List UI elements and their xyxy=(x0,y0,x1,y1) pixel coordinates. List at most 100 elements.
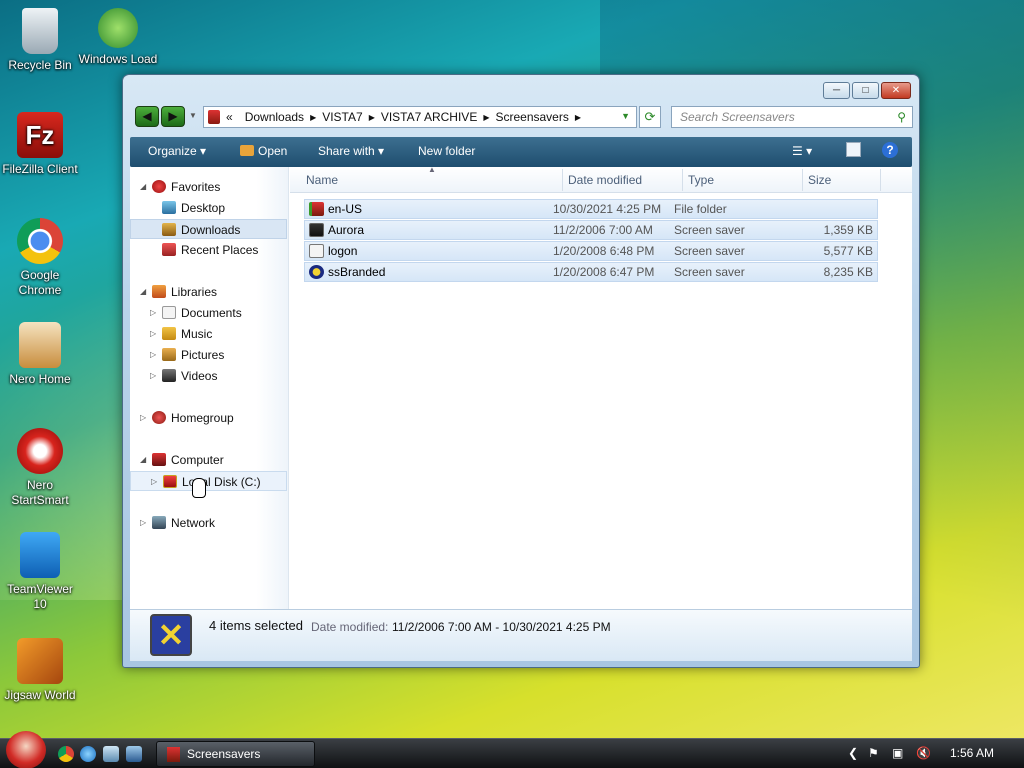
recycle-bin-icon xyxy=(22,8,58,54)
details-pane: ✕ 4 items selected Date modified: 11/2/2… xyxy=(130,609,912,661)
file-row[interactable]: en-US 10/30/2021 4:25 PM File folder xyxy=(304,199,878,219)
nav-documents[interactable]: ▷ Documents xyxy=(130,303,287,323)
address-bar[interactable]: « Downloads ▶ VISTA7 ▶ VISTA7 ARCHIVE ▶ … xyxy=(203,106,637,128)
column-divider[interactable] xyxy=(682,169,683,191)
nav-videos[interactable]: ▷ Videos xyxy=(130,366,287,386)
column-size[interactable]: Size xyxy=(808,173,831,187)
recent-places-icon xyxy=(162,243,176,256)
forward-button[interactable]: ▶ xyxy=(161,106,185,127)
taskbar-button-screensavers[interactable]: Screensavers xyxy=(156,741,315,767)
new-folder-button[interactable]: New folder xyxy=(418,144,475,158)
nav-favorites[interactable]: ◢ Favorites xyxy=(130,177,287,197)
collapse-icon[interactable]: ◢ xyxy=(140,177,146,197)
breadcrumb-screensavers[interactable]: Screensavers xyxy=(489,110,574,124)
homegroup-icon xyxy=(152,411,166,424)
clock[interactable]: 1:56 AM xyxy=(950,746,994,760)
organize-button[interactable]: Organize ▾ xyxy=(148,144,206,158)
network-icon xyxy=(152,516,166,529)
address-dropdown-icon[interactable]: ▼ xyxy=(621,111,630,121)
teamviewer-icon xyxy=(20,532,60,578)
nero-startsmart-icon xyxy=(17,428,63,474)
breadcrumb-downloads[interactable]: Downloads xyxy=(239,110,310,124)
column-divider[interactable] xyxy=(802,169,803,191)
breadcrumb-vista7-archive[interactable]: VISTA7 ARCHIVE xyxy=(375,110,483,124)
downloads-icon xyxy=(162,223,176,236)
filezilla-icon: Fz xyxy=(17,112,63,158)
share-with-button[interactable]: Share with ▾ xyxy=(318,144,384,158)
nav-music[interactable]: ▷ Music xyxy=(130,324,287,344)
network-status-icon[interactable]: ▣ xyxy=(892,746,903,760)
view-options-icon[interactable]: ☰ ▾ xyxy=(792,144,812,158)
column-divider[interactable] xyxy=(562,169,563,191)
collapse-icon[interactable]: ◢ xyxy=(140,282,146,302)
expand-icon[interactable]: ▷ xyxy=(150,345,156,365)
breadcrumb-vista7[interactable]: VISTA7 xyxy=(316,110,368,124)
expand-icon[interactable]: ▷ xyxy=(150,366,156,386)
nav-desktop[interactable]: Desktop xyxy=(130,198,287,218)
action-center-flag-icon[interactable]: ⚑ xyxy=(868,746,879,760)
nav-homegroup[interactable]: ▷ Homegroup xyxy=(130,408,287,428)
nav-libraries[interactable]: ◢ Libraries xyxy=(130,282,287,302)
desktop-icon-nero-home[interactable]: Nero Home xyxy=(0,322,80,387)
selection-thumbnail-icon: ✕ xyxy=(150,614,192,656)
screensaver-icon xyxy=(309,244,324,258)
volume-muted-icon[interactable]: 🔇 xyxy=(916,746,931,760)
open-button[interactable]: Open xyxy=(240,144,287,158)
minimize-button[interactable]: ─ xyxy=(823,82,850,99)
file-row[interactable]: Aurora 11/2/2006 7:00 AM Screen saver 1,… xyxy=(304,220,878,240)
local-disk-icon xyxy=(163,475,177,488)
column-date-modified[interactable]: Date modified xyxy=(568,173,642,187)
collapse-icon[interactable]: ◢ xyxy=(140,450,146,470)
chrome-icon[interactable] xyxy=(58,746,74,762)
desktop-icon-teamviewer[interactable]: TeamViewer 10 xyxy=(0,532,80,612)
help-icon[interactable]: ? xyxy=(882,142,898,158)
expand-icon[interactable]: ▷ xyxy=(140,408,146,428)
close-button[interactable]: ✕ xyxy=(881,82,911,99)
selection-count: 4 items selected xyxy=(209,618,303,633)
desktop-icon xyxy=(162,201,176,214)
nav-downloads[interactable]: Downloads xyxy=(130,219,287,239)
desktop-icon-chrome[interactable]: Google Chrome xyxy=(0,218,80,298)
show-hidden-icons-icon[interactable]: ❮ xyxy=(848,746,858,760)
date-modified-label: Date modified: xyxy=(311,620,389,634)
start-button[interactable] xyxy=(6,731,46,768)
screensaver-icon xyxy=(309,265,324,279)
navigation-pane: ◢ Favorites Desktop Downloads Recent Pla… xyxy=(130,167,289,609)
file-row[interactable]: logon 1/20/2008 6:48 PM Screen saver 5,5… xyxy=(304,241,878,261)
column-type[interactable]: Type xyxy=(688,173,714,187)
nav-computer[interactable]: ◢ Computer xyxy=(130,450,287,470)
column-divider[interactable] xyxy=(880,169,881,191)
desktop-icon-windows-load[interactable]: Windows Load xyxy=(78,8,158,67)
expand-icon[interactable]: ▷ xyxy=(140,513,146,533)
refresh-button[interactable]: ⟳ xyxy=(639,106,661,128)
internet-explorer-icon[interactable] xyxy=(80,746,96,762)
search-input[interactable]: Search Screensavers ⚲ xyxy=(671,106,913,128)
address-overflow[interactable]: « xyxy=(220,110,239,124)
folder-icon xyxy=(167,747,180,762)
date-modified-range: 11/2/2006 7:00 AM - 10/30/2021 4:25 PM xyxy=(392,620,611,634)
folder-icon xyxy=(208,110,220,124)
desktop-icon-jigsaw-world[interactable]: Jigsaw World xyxy=(0,638,80,703)
nav-network[interactable]: ▷ Network xyxy=(130,513,287,533)
taskbar: Screensavers ❮ ⚑ ▣ 🔇 1:56 AM xyxy=(0,731,1024,768)
show-desktop-icon[interactable] xyxy=(103,746,119,762)
search-icon[interactable]: ⚲ xyxy=(897,110,906,124)
desktop-icon-filezilla[interactable]: Fz FileZilla Client xyxy=(0,112,80,177)
expand-icon[interactable]: ▷ xyxy=(150,303,156,323)
nav-local-disk[interactable]: ▷ Local Disk (C:) xyxy=(130,471,287,491)
breadcrumb-arrow-icon[interactable]: ▶ xyxy=(575,113,581,122)
expand-icon[interactable]: ▷ xyxy=(150,324,156,344)
explorer-window: ─ □ ✕ ◀ ▶ ▼ « Downloads ▶ VISTA7 ▶ VISTA… xyxy=(122,74,920,668)
expand-icon[interactable]: ▷ xyxy=(151,472,157,492)
column-name[interactable]: Name xyxy=(306,173,338,187)
switch-windows-icon[interactable] xyxy=(126,746,142,762)
nav-recent-places[interactable]: Recent Places xyxy=(130,240,287,260)
preview-pane-icon[interactable] xyxy=(846,142,861,157)
desktop-icon-nero-startsmart[interactable]: Nero StartSmart xyxy=(0,428,80,508)
desktop-icon-recycle-bin[interactable]: Recycle Bin xyxy=(0,8,80,73)
file-row[interactable]: ssBranded 1/20/2008 6:47 PM Screen saver… xyxy=(304,262,878,282)
nav-pictures[interactable]: ▷ Pictures xyxy=(130,345,287,365)
recent-pages-chevron-icon[interactable]: ▼ xyxy=(189,111,197,120)
maximize-button[interactable]: □ xyxy=(852,82,879,99)
back-button[interactable]: ◀ xyxy=(135,106,159,127)
